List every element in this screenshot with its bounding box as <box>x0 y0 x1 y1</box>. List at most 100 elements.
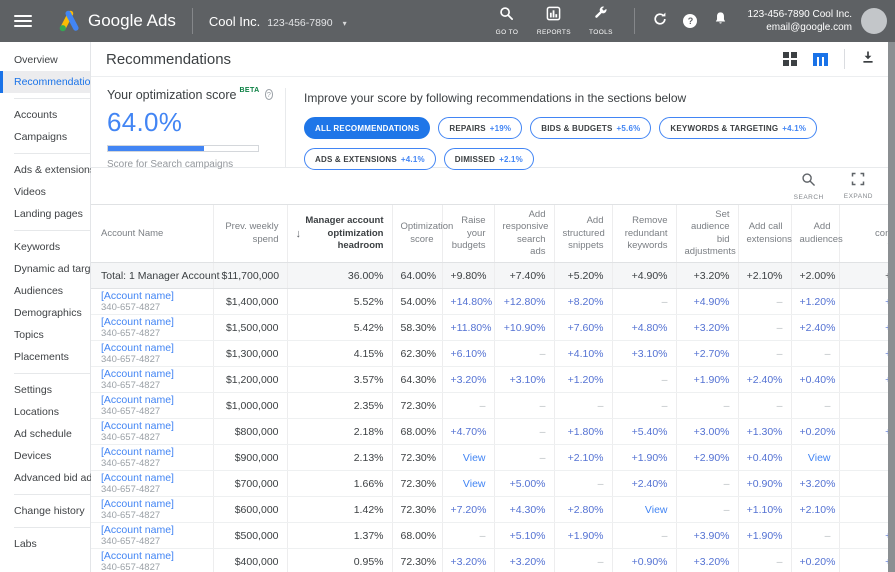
sidebar-item-audiences[interactable]: Audiences <box>0 280 90 302</box>
cell-set-audience-bid-adjustments[interactable]: +2.70% <box>676 341 738 367</box>
table-expand-button[interactable]: EXPAND <box>844 172 873 200</box>
column-header-set-up-conversion-tracking[interactable]: Set up conversion tracking <box>839 205 888 263</box>
cell-add-responsive-search-ads[interactable]: +4.30% <box>494 497 554 523</box>
sidebar-item-ad-schedule[interactable]: Ad schedule <box>0 423 90 445</box>
cell-raise-your-budgets[interactable]: +3.20% <box>442 549 494 572</box>
account-name-link[interactable]: [Account name] <box>101 290 205 302</box>
cell-raise-your-budgets[interactable]: +3.20% <box>442 367 494 393</box>
cell-add-structured-snippets[interactable]: +8.20% <box>554 289 612 315</box>
cell-set-audience-bid-adjustments[interactable]: +2.90% <box>676 445 738 471</box>
cell-set-audience-bid-adjustments[interactable]: +1.90% <box>676 367 738 393</box>
cell-add-audiences[interactable]: +0.20% <box>791 549 839 572</box>
cell-remove-redundant-keywords[interactable]: View <box>612 497 676 523</box>
cell-set-audience-bid-adjustments[interactable]: +3.20% <box>676 549 738 572</box>
cell-remove-redundant-keywords[interactable]: +2.40% <box>612 471 676 497</box>
column-header-manager-account-optimization-headroom[interactable]: ↓Manager account optimization headroom <box>287 205 392 263</box>
cell-add-audiences[interactable]: +2.10% <box>791 497 839 523</box>
cell-add-call-extensions[interactable]: +1.90% <box>738 523 791 549</box>
cell-add-call-extensions[interactable]: +0.40% <box>738 445 791 471</box>
cell-raise-your-budgets[interactable]: +6.10% <box>442 341 494 367</box>
sidebar-item-devices[interactable]: Devices <box>0 445 90 467</box>
cell-set-audience-bid-adjustments[interactable]: +3.90% <box>676 523 738 549</box>
cell-add-responsive-search-ads[interactable]: +3.20% <box>494 549 554 572</box>
sidebar-item-keywords[interactable]: Keywords <box>0 236 90 258</box>
cell-set-up-conversion-tracking[interactable]: +1.00% <box>839 367 888 393</box>
sidebar-item-placements[interactable]: Placements <box>0 346 90 368</box>
cell-set-audience-bid-adjustments[interactable]: +4.90% <box>676 289 738 315</box>
column-header-add-structured-snippets[interactable]: Add structured snippets <box>554 205 612 263</box>
cell-add-audiences[interactable]: +0.20% <box>791 419 839 445</box>
cell-add-call-extensions[interactable]: +2.40% <box>738 367 791 393</box>
account-name-link[interactable]: [Account name] <box>101 446 205 458</box>
sidebar-item-videos[interactable]: Videos <box>0 181 90 203</box>
cell-add-responsive-search-ads[interactable]: +10.90% <box>494 315 554 341</box>
cell-raise-your-budgets[interactable]: View <box>442 445 494 471</box>
account-name-link[interactable]: [Account name] <box>101 472 205 484</box>
column-header-add-responsive-search-ads[interactable]: Add responsive search ads <box>494 205 554 263</box>
sidebar-item-advanced-bid-adj[interactable]: Advanced bid adj. <box>0 467 90 489</box>
tools-button[interactable]: TOOLS <box>577 6 624 36</box>
cell-remove-redundant-keywords[interactable]: +3.10% <box>612 341 676 367</box>
cell-add-audiences[interactable]: View <box>791 445 839 471</box>
account-switcher[interactable]: Cool Inc. 123-456-7890 ▾ <box>209 14 347 29</box>
column-header-optimization-score[interactable]: Optimization score <box>392 205 442 263</box>
cell-set-up-conversion-tracking[interactable]: +1.00% <box>839 549 888 572</box>
cell-add-structured-snippets[interactable]: +7.60% <box>554 315 612 341</box>
cell-set-up-conversion-tracking[interactable]: +1.00% <box>839 341 888 367</box>
column-header-set-audience-bid-adjustments[interactable]: Set audience bid adjustments <box>676 205 738 263</box>
cell-raise-your-budgets[interactable]: View <box>442 471 494 497</box>
cell-add-responsive-search-ads[interactable]: +5.10% <box>494 523 554 549</box>
sidebar-item-overview[interactable]: Overview <box>0 49 90 71</box>
help-button[interactable]: ? <box>675 14 705 28</box>
account-name-link[interactable]: [Account name] <box>101 342 205 354</box>
reports-button[interactable]: REPORTS <box>530 6 577 36</box>
cell-add-call-extensions[interactable]: +0.90% <box>738 471 791 497</box>
cell-add-call-extensions[interactable]: +1.30% <box>738 419 791 445</box>
cell-remove-redundant-keywords[interactable]: +1.90% <box>612 445 676 471</box>
cell-raise-your-budgets[interactable]: +11.80% <box>442 315 494 341</box>
account-name-link[interactable]: [Account name] <box>101 524 205 536</box>
cell-add-audiences[interactable]: +0.40% <box>791 367 839 393</box>
cell-raise-your-budgets[interactable]: +4.70% <box>442 419 494 445</box>
cell-add-structured-snippets[interactable]: +2.80% <box>554 497 612 523</box>
cell-raise-your-budgets[interactable]: +7.20% <box>442 497 494 523</box>
cell-raise-your-budgets[interactable]: +14.80% <box>442 289 494 315</box>
cell-add-audiences[interactable]: +1.20% <box>791 289 839 315</box>
account-name-link[interactable]: [Account name] <box>101 394 205 406</box>
cell-add-responsive-search-ads[interactable]: +5.00% <box>494 471 554 497</box>
filter-pill-all-recommendations[interactable]: ALL RECOMMENDATIONS <box>304 117 430 139</box>
sidebar-item-dynamic-ad-targets[interactable]: Dynamic ad targets <box>0 258 90 280</box>
sidebar-item-campaigns[interactable]: Campaigns <box>0 126 90 148</box>
filter-pill-ads-extensions[interactable]: ADS & EXTENSIONS+4.1% <box>304 148 436 170</box>
download-icon[interactable] <box>861 50 875 69</box>
column-header-raise-your-budgets[interactable]: Raise your budgets <box>442 205 494 263</box>
account-name-link[interactable]: [Account name] <box>101 316 205 328</box>
cell-set-up-conversion-tracking[interactable]: +1.00% <box>839 523 888 549</box>
sidebar-item-demographics[interactable]: Demographics <box>0 302 90 324</box>
cell-add-responsive-search-ads[interactable]: +12.80% <box>494 289 554 315</box>
cell-add-call-extensions[interactable]: +1.10% <box>738 497 791 523</box>
scrollbar-thumb[interactable] <box>888 42 895 572</box>
cell-set-up-conversion-tracking[interactable]: +1.00% <box>839 315 888 341</box>
table-view-icon[interactable] <box>813 53 828 66</box>
account-name-link[interactable]: [Account name] <box>101 420 205 432</box>
cell-add-structured-snippets[interactable]: +4.10% <box>554 341 612 367</box>
filter-pill-bids-budgets[interactable]: BIDS & BUDGETS+5.6% <box>530 117 651 139</box>
sidebar-item-change-history[interactable]: Change history <box>0 500 90 522</box>
filter-pill-dimissed[interactable]: DIMISSED+2.1% <box>444 148 534 170</box>
help-icon[interactable]: ? <box>265 89 273 100</box>
sidebar-item-ads-extensions[interactable]: Ads & extensions <box>0 159 90 181</box>
sidebar-item-settings[interactable]: Settings <box>0 379 90 401</box>
account-name-link[interactable]: [Account name] <box>101 368 205 380</box>
cell-set-up-conversion-tracking[interactable]: +1.00% <box>839 289 888 315</box>
avatar[interactable] <box>861 8 887 34</box>
vertical-scrollbar[interactable] <box>888 42 895 572</box>
column-header-add-call-extensions[interactable]: Add call extensions <box>738 205 791 263</box>
go-to-button[interactable]: GO TO <box>483 6 530 36</box>
column-header-add-audiences[interactable]: Add audiences <box>791 205 839 263</box>
table-search-button[interactable]: SEARCH <box>794 172 824 201</box>
account-name-link[interactable]: [Account name] <box>101 550 205 562</box>
cell-remove-redundant-keywords[interactable]: +5.40% <box>612 419 676 445</box>
column-header-remove-redundant-keywords[interactable]: Remove redundant keywords <box>612 205 676 263</box>
cell-add-audiences[interactable]: +2.40% <box>791 315 839 341</box>
